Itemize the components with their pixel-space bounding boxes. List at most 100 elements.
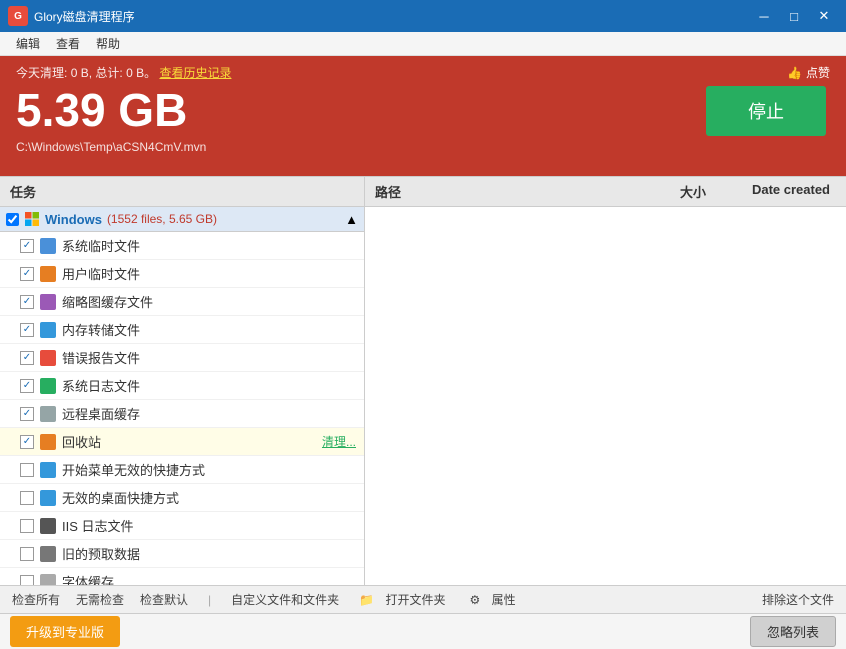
task-item[interactable]: 旧的预取数据 (0, 540, 364, 568)
task-item[interactable]: 缩略图缓存文件 (0, 288, 364, 316)
exclude-file-btn[interactable]: 排除这个文件 (758, 589, 838, 610)
custom-files-btn[interactable]: 自定义文件和文件夹 (227, 589, 343, 610)
task-pane: 任务 Windows (1552 files, 5.65 GB) (0, 177, 365, 585)
task-icon (40, 518, 56, 534)
stop-button[interactable]: 停止 (706, 86, 826, 136)
task-item[interactable]: 远程桌面缓存 (0, 400, 364, 428)
task-name: 旧的预取数据 (62, 544, 356, 563)
panes: 任务 Windows (1552 files, 5.65 GB) (0, 176, 846, 585)
task-item-recycle[interactable]: 回收站 清理... (0, 428, 364, 456)
properties-icon: ⚙ (466, 591, 485, 609)
folder-icon: 📁 (355, 591, 378, 609)
task-checkbox[interactable] (20, 463, 34, 477)
task-item[interactable]: 用户临时文件 (0, 260, 364, 288)
col-path-header: 路径 (375, 182, 636, 201)
recycle-icon (40, 434, 56, 450)
task-icon (40, 546, 56, 562)
task-name: 无效的桌面快捷方式 (62, 488, 356, 507)
task-checkbox[interactable] (20, 323, 34, 337)
task-name: 字体缓存 (62, 572, 356, 585)
task-name: 远程桌面缓存 (62, 404, 356, 423)
task-checkbox[interactable] (20, 491, 34, 505)
task-icon (40, 378, 56, 394)
task-checkbox[interactable] (20, 407, 34, 421)
task-checkbox[interactable] (20, 519, 34, 533)
task-checkbox[interactable] (20, 351, 34, 365)
col-date-header[interactable]: Date created (716, 182, 836, 201)
task-icon (40, 490, 56, 506)
maximize-button[interactable]: □ (780, 5, 808, 27)
task-name: 开始菜单无效的快捷方式 (62, 460, 356, 479)
group-info: (1552 files, 5.65 GB) (107, 212, 217, 226)
properties-btn[interactable]: ⚙ 属性 (462, 589, 524, 610)
menu-edit[interactable]: 编辑 (8, 33, 48, 54)
task-name: 用户临时文件 (62, 264, 356, 283)
window-controls: ─ □ ✕ (750, 5, 838, 27)
task-checkbox[interactable] (20, 547, 34, 561)
task-item[interactable]: 开始菜单无效的快捷方式 (0, 456, 364, 484)
task-icon (40, 322, 56, 338)
default-check-btn[interactable]: 检查默认 (136, 589, 192, 610)
task-icon (40, 238, 56, 254)
task-icon (40, 266, 56, 282)
task-icon (40, 406, 56, 422)
ignore-list-button[interactable]: 忽略列表 (750, 616, 836, 647)
title-text: Glory磁盘清理程序 (34, 8, 750, 25)
task-name: 回收站 (62, 432, 316, 451)
col-size-header: 大小 (636, 182, 716, 201)
task-name: 系统临时文件 (62, 236, 356, 255)
clean-link[interactable]: 清理... (322, 433, 356, 450)
check-all-btn[interactable]: 检查所有 (8, 589, 64, 610)
task-item[interactable]: 系统日志文件 (0, 372, 364, 400)
no-check-btn[interactable]: 无需检查 (72, 589, 128, 610)
task-icon (40, 294, 56, 310)
task-group-windows[interactable]: Windows (1552 files, 5.65 GB) ▲ (0, 207, 364, 232)
file-pane: 路径 大小 Date created (365, 177, 846, 585)
task-icon (40, 350, 56, 366)
task-name: 错误报告文件 (62, 348, 356, 367)
bottom-toolbar: 检查所有 无需检查 检查默认 | 自定义文件和文件夹 📁 打开文件夹 ⚙ 属性 … (0, 585, 846, 613)
menu-view[interactable]: 查看 (48, 33, 88, 54)
separator1: | (204, 591, 215, 609)
windows-icon (24, 211, 40, 227)
footer-bar: 升级到专业版 忽略列表 (0, 613, 846, 649)
minimize-button[interactable]: ─ (750, 5, 778, 27)
task-checkbox[interactable] (20, 575, 34, 586)
file-header: 路径 大小 Date created (365, 177, 846, 207)
menu-help[interactable]: 帮助 (88, 33, 128, 54)
expand-arrow-icon: ▲ (345, 212, 358, 227)
task-item[interactable]: 无效的桌面快捷方式 (0, 484, 364, 512)
title-bar: G Glory磁盘清理程序 ─ □ ✕ (0, 0, 846, 32)
task-icon (40, 462, 56, 478)
info-bar: 今天清理: 0 B, 总计: 0 B。 查看历史记录 👍 点赞 5.39 GB … (0, 56, 846, 176)
task-name: 系统日志文件 (62, 376, 356, 395)
task-checkbox[interactable] (20, 295, 34, 309)
task-list[interactable]: Windows (1552 files, 5.65 GB) ▲ 系统临时文件 用… (0, 207, 364, 585)
history-link[interactable]: 查看历史记录 (159, 66, 231, 80)
current-file-path: C:\Windows\Temp\aCSN4CmV.mvn (16, 140, 830, 154)
task-name: IIS 日志文件 (62, 516, 356, 535)
open-folder-btn[interactable]: 📁 打开文件夹 (351, 589, 453, 610)
task-checkbox[interactable] (20, 239, 34, 253)
upgrade-button[interactable]: 升级到专业版 (10, 616, 120, 647)
thumbs-up-area[interactable]: 👍 点赞 (787, 64, 830, 81)
app-icon: G (8, 6, 28, 26)
task-item[interactable]: 字体缓存 (0, 568, 364, 585)
task-checkbox[interactable] (20, 435, 34, 449)
file-content (365, 207, 846, 585)
task-header: 任务 (0, 177, 364, 207)
thumbs-up-icon: 👍 (787, 66, 802, 80)
group-checkbox[interactable] (6, 213, 19, 226)
thumbs-up-label: 点赞 (806, 64, 830, 81)
task-name: 缩略图缓存文件 (62, 292, 356, 311)
close-button[interactable]: ✕ (810, 5, 838, 27)
task-checkbox[interactable] (20, 267, 34, 281)
task-name: 内存转储文件 (62, 320, 356, 339)
task-item[interactable]: 系统临时文件 (0, 232, 364, 260)
today-clean-label: 今天清理: 0 B, 总计: 0 B。 查看历史记录 (16, 64, 231, 81)
task-item[interactable]: IIS 日志文件 (0, 512, 364, 540)
task-checkbox[interactable] (20, 379, 34, 393)
task-item[interactable]: 内存转储文件 (0, 316, 364, 344)
task-item[interactable]: 错误报告文件 (0, 344, 364, 372)
main-content: 任务 Windows (1552 files, 5.65 GB) (0, 176, 846, 613)
